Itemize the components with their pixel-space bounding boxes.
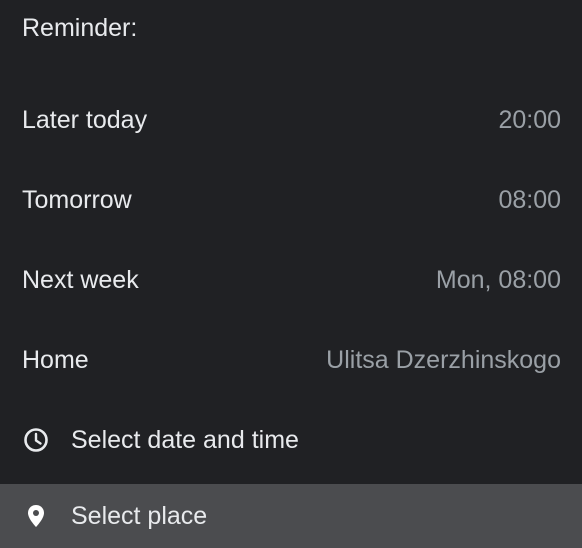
menu-item-tomorrow[interactable]: Tomorrow 08:00: [0, 168, 582, 232]
menu-item-label: Tomorrow: [22, 185, 132, 214]
reminder-menu: Reminder: Later today 20:00 Tomorrow 08:…: [0, 0, 582, 548]
select-date-time-button[interactable]: Select date and time: [0, 408, 582, 472]
menu-item-label: Home: [22, 345, 89, 374]
clock-icon: [22, 426, 50, 454]
select-date-time-label: Select date and time: [71, 425, 299, 454]
menu-item-time: 20:00: [498, 105, 561, 134]
reminder-header: Reminder:: [22, 14, 138, 42]
menu-item-next-week[interactable]: Next week Mon, 08:00: [0, 248, 582, 312]
select-place-label: Select place: [71, 501, 208, 530]
menu-item-address: Ulitsa Dzerzhinskogo: [326, 345, 561, 374]
menu-item-label: Later today: [22, 105, 148, 134]
menu-item-time: Mon, 08:00: [435, 265, 561, 294]
location-pin-icon: [22, 502, 50, 530]
menu-item-later-today[interactable]: Later today 20:00: [0, 88, 582, 152]
menu-item-time: 08:00: [498, 185, 561, 214]
select-place-button[interactable]: Select place: [0, 484, 582, 548]
menu-item-home[interactable]: Home Ulitsa Dzerzhinskogo: [0, 328, 582, 392]
menu-item-label: Next week: [22, 265, 139, 294]
